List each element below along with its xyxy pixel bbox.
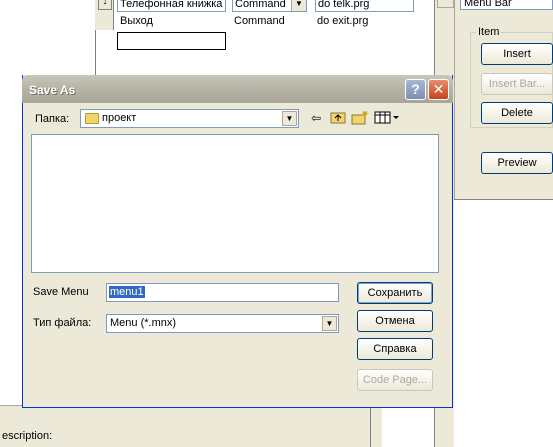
folder-value: проект	[102, 112, 137, 124]
scroll-button[interactable]	[437, 0, 454, 8]
folder-combo[interactable]: проект ▼	[80, 109, 299, 128]
file-type-value: Menu (*.mnx)	[110, 317, 177, 329]
prompt-cell[interactable]: Телефонная книжка	[117, 0, 226, 12]
up-folder-icon[interactable]	[329, 110, 347, 127]
dialog-title: Save As	[29, 83, 76, 97]
row-mover-icon[interactable]: ↕	[98, 0, 112, 10]
name-label: Save Menu	[33, 286, 89, 298]
file-type-label: Тип файла:	[33, 317, 92, 329]
result-combo-text: Command	[235, 0, 286, 10]
item-group-label: Item	[476, 26, 502, 38]
insert-bar-button[interactable]: Insert Bar...	[481, 73, 553, 95]
description-label: escription:	[2, 430, 53, 442]
cancel-button[interactable]: Отмена	[357, 310, 433, 332]
new-prompt-cell[interactable]	[117, 32, 226, 50]
folder-icon	[85, 113, 99, 124]
close-icon[interactable]: ✕	[428, 79, 449, 100]
prompt-cell-text: Телефонная книжка	[120, 0, 223, 10]
view-menu-icon[interactable]	[374, 110, 400, 127]
delete-button[interactable]: Delete	[481, 102, 553, 124]
chevron-down-icon[interactable]: ▼	[282, 111, 297, 126]
insert-button[interactable]: Insert	[481, 43, 553, 65]
chevron-down-icon[interactable]: ▼	[322, 316, 337, 331]
menu-level-combo[interactable]: Menu Bar	[460, 0, 553, 10]
file-name-input[interactable]: menu1	[106, 283, 339, 302]
description-bar	[0, 405, 370, 447]
dialog-titlebar[interactable]	[22, 75, 453, 103]
folder-label: Папка:	[35, 113, 70, 125]
back-arrow-icon[interactable]: ⇦	[307, 110, 325, 127]
help-button[interactable]: Справка	[357, 338, 433, 360]
option-cell-text: do telk.prg	[318, 0, 370, 10]
code-page-button[interactable]: Code Page...	[357, 369, 433, 391]
help-icon[interactable]: ?	[405, 79, 426, 100]
option-cell[interactable]: do telk.prg	[315, 0, 414, 12]
result-cell-text[interactable]: Command	[234, 15, 285, 27]
option-cell-text[interactable]: do exit.prg	[317, 15, 368, 27]
result-combo[interactable]: Command ▼	[232, 0, 307, 12]
menu-level-text: Menu Bar	[464, 0, 512, 9]
prompt-cell-text[interactable]: Выход	[120, 15, 153, 27]
new-folder-icon[interactable]	[351, 110, 369, 127]
chevron-down-icon[interactable]: ▼	[291, 0, 306, 11]
bottom-scroll-strip	[370, 405, 382, 447]
save-button[interactable]: Сохранить	[357, 282, 433, 304]
file-type-combo[interactable]: Menu (*.mnx) ▼	[106, 314, 339, 333]
preview-button[interactable]: Preview	[481, 152, 553, 174]
file-list[interactable]	[31, 134, 439, 273]
file-name-value: menu1	[109, 286, 145, 298]
